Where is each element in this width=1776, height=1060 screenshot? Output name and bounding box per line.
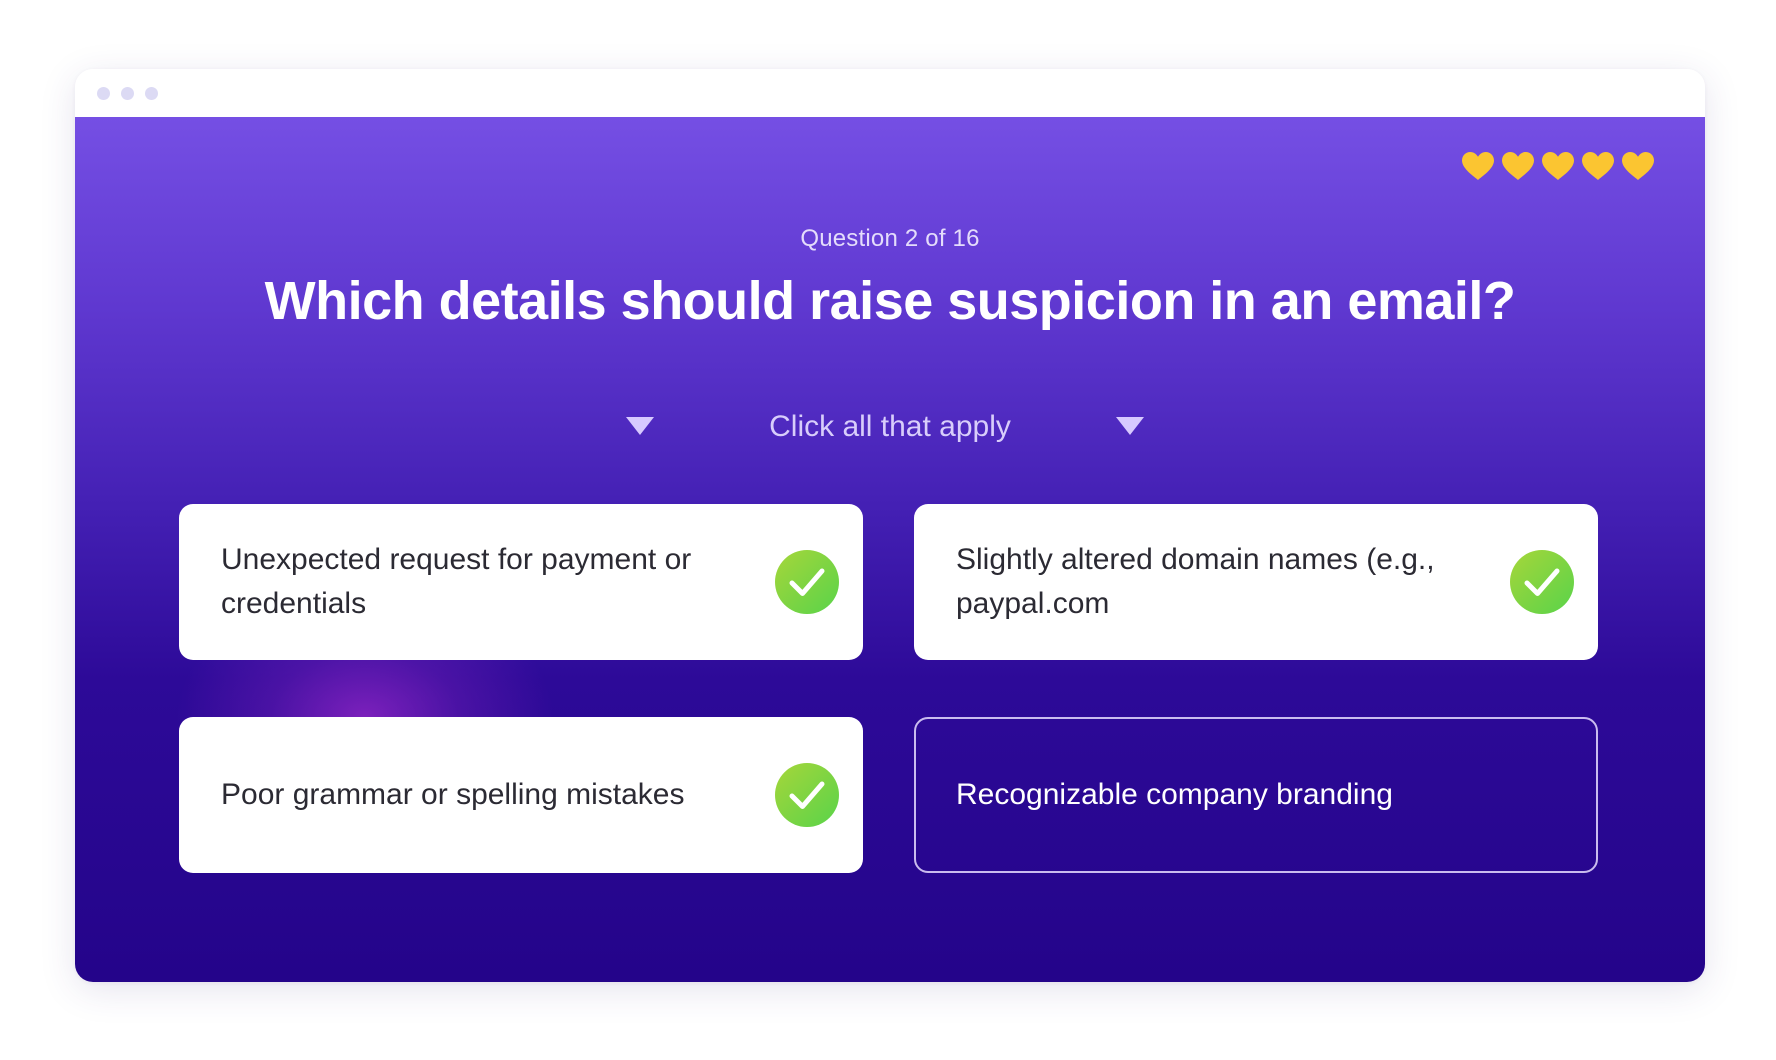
heart-icon	[1582, 152, 1614, 180]
triangle-down-icon	[1116, 417, 1144, 435]
instruction-row: Click all that apply	[75, 402, 1705, 452]
answer-option-altered-domain[interactable]: Slightly altered domain names (e.g., pay…	[914, 504, 1598, 660]
lives-indicator	[1461, 151, 1655, 181]
answer-option-payment-request[interactable]: Unexpected request for payment or creden…	[179, 504, 863, 660]
window-titlebar	[75, 69, 1705, 117]
question-counter: Question 2 of 16	[800, 225, 980, 252]
answer-option-poor-grammar[interactable]: Poor grammar or spelling mistakes	[179, 717, 863, 873]
heart-icon	[1462, 152, 1494, 180]
check-icon	[1510, 550, 1574, 614]
window-dot[interactable]	[121, 87, 134, 100]
window-dot[interactable]	[145, 87, 158, 100]
window-dot[interactable]	[97, 87, 110, 100]
answer-option-label: Recognizable company branding	[956, 778, 1393, 811]
answer-option-label: Poor grammar or spelling mistakes	[221, 778, 685, 811]
heart-icon	[1622, 152, 1654, 180]
answer-option-label: Slightly altered domain names (e.g., pay…	[956, 543, 1435, 620]
browser-window: Question 2 of 16 Which details should ra…	[75, 69, 1705, 982]
question-title: Which details should raise suspicion in …	[264, 271, 1516, 331]
check-icon	[775, 763, 839, 827]
check-icon	[775, 550, 839, 614]
instruction-text: Click all that apply	[769, 410, 1011, 443]
quiz-stage: Question 2 of 16 Which details should ra…	[75, 117, 1705, 982]
heart-icon	[1502, 152, 1534, 180]
heart-icon	[1542, 152, 1574, 180]
answer-option-label: Unexpected request for payment or creden…	[221, 543, 692, 620]
answer-option-company-branding[interactable]: Recognizable company branding	[914, 717, 1598, 873]
